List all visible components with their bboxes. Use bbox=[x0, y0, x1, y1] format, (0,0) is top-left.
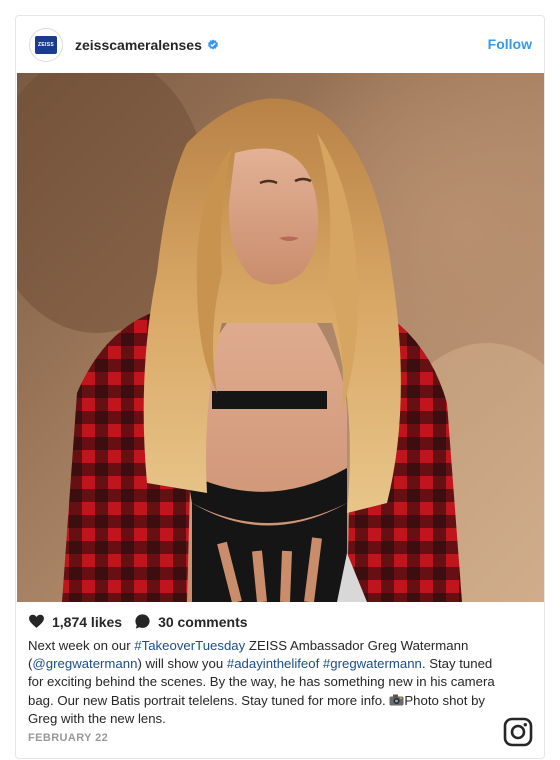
instagram-embed-card: ZEISS zeisscameralenses Follow 1,874 lik… bbox=[15, 15, 545, 759]
post-photo[interactable] bbox=[17, 73, 544, 602]
caption-text: ) will show you bbox=[137, 656, 227, 672]
hashtag-gregwatermann[interactable]: #gregwatermann bbox=[323, 656, 422, 671]
zeiss-logo-icon: ZEISS bbox=[35, 35, 57, 54]
likes-count: 1,874 likes bbox=[52, 613, 123, 630]
username[interactable]: zeisscameralenses bbox=[75, 37, 202, 53]
mention-gregwatermann[interactable]: @gregwatermann bbox=[32, 656, 137, 671]
camera-emoji-icon bbox=[389, 693, 404, 706]
caption-text: Next week on our bbox=[28, 638, 135, 653]
avatar[interactable]: ZEISS bbox=[29, 27, 63, 62]
hashtag-takeovertuesday[interactable]: #TakeoverTuesday bbox=[134, 638, 245, 653]
instagram-logo-icon[interactable] bbox=[503, 717, 533, 747]
comment-bubble-icon[interactable] bbox=[134, 613, 151, 630]
hashtag-adayinthelifeof[interactable]: #adayinthelifeof bbox=[227, 656, 319, 671]
comments-count: 30 comments bbox=[158, 613, 248, 630]
comments-stat[interactable]: 30 comments bbox=[134, 613, 248, 630]
heart-icon[interactable] bbox=[28, 613, 45, 630]
post-caption: Next week on our #TakeoverTuesday ZEISS … bbox=[28, 637, 498, 728]
post-header: ZEISS zeisscameralenses Follow bbox=[16, 16, 544, 73]
follow-button[interactable]: Follow bbox=[488, 36, 532, 52]
post-stats: 1,874 likes 30 comments bbox=[28, 613, 260, 630]
logo-text: ZEISS bbox=[38, 41, 54, 48]
verified-badge-icon bbox=[207, 39, 219, 51]
post-date[interactable]: FEBRUARY 22 bbox=[28, 732, 108, 744]
likes-stat[interactable]: 1,874 likes bbox=[28, 613, 122, 630]
